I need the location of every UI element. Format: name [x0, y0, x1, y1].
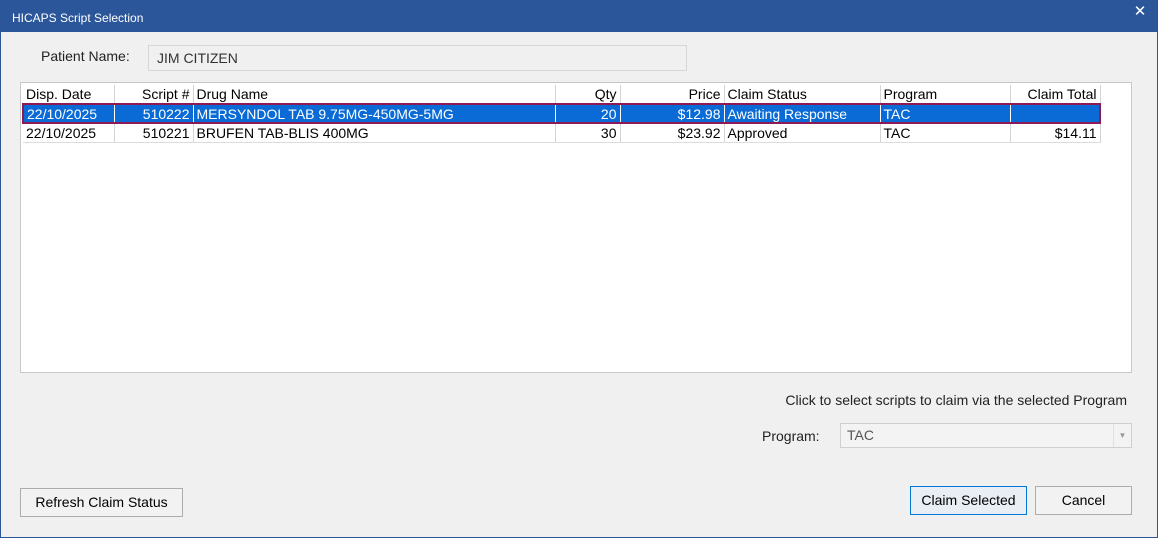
cell-qty: 20 — [555, 103, 621, 124]
program-label: Program: — [762, 428, 820, 444]
column-header-script-number[interactable]: Script # — [114, 85, 194, 105]
cell-price: $23.92 — [620, 123, 725, 143]
cell-claim-total — [1010, 103, 1101, 124]
cell-claim-status: Approved — [724, 123, 881, 143]
table-row[interactable]: 22/10/2025 510222 MERSYNDOL TAB 9.75MG-4… — [22, 103, 1101, 124]
cell-claim-total: $14.11 — [1010, 123, 1101, 143]
cell-program: TAC — [880, 123, 1011, 143]
selection-hint: Click to select scripts to claim via the… — [785, 392, 1127, 408]
column-header-disp-date[interactable]: Disp. Date — [23, 85, 115, 105]
close-icon[interactable]: ✕ — [1123, 1, 1157, 25]
cell-drug-name: BRUFEN TAB-BLIS 400MG — [193, 123, 556, 143]
column-header-claim-total[interactable]: Claim Total — [1010, 85, 1101, 105]
program-select[interactable]: TAC ▼ — [840, 423, 1132, 448]
claim-selected-button[interactable]: Claim Selected — [910, 486, 1027, 515]
scripts-table: Disp. Date Script # Drug Name Qty Price … — [22, 85, 1101, 143]
cell-disp-date: 22/10/2025 — [23, 123, 115, 143]
refresh-claim-status-button[interactable]: Refresh Claim Status — [20, 488, 183, 517]
title-bar[interactable]: HICAPS Script Selection ✕ — [1, 1, 1157, 32]
scripts-grid[interactable]: Disp. Date Script # Drug Name Qty Price … — [20, 82, 1132, 373]
chevron-down-icon[interactable]: ▼ — [1113, 424, 1131, 447]
cell-script-number: 510222 — [114, 103, 194, 124]
program-select-value: TAC — [847, 427, 874, 443]
column-header-price[interactable]: Price — [620, 85, 725, 105]
column-header-program[interactable]: Program — [880, 85, 1011, 105]
cell-program: TAC — [880, 103, 1011, 124]
grid-header-row: Disp. Date Script # Drug Name Qty Price … — [23, 85, 1101, 105]
window-title: HICAPS Script Selection — [12, 11, 144, 25]
column-header-drug-name[interactable]: Drug Name — [193, 85, 556, 105]
cell-claim-status: Awaiting Response — [724, 103, 881, 124]
cell-script-number: 510221 — [114, 123, 194, 143]
column-header-claim-status[interactable]: Claim Status — [724, 85, 881, 105]
cancel-button[interactable]: Cancel — [1035, 486, 1132, 515]
cell-drug-name: MERSYNDOL TAB 9.75MG-450MG-5MG — [193, 103, 556, 124]
table-row[interactable]: 22/10/2025 510221 BRUFEN TAB-BLIS 400MG … — [23, 123, 1101, 143]
cell-qty: 30 — [555, 123, 621, 143]
column-header-qty[interactable]: Qty — [555, 85, 621, 105]
patient-name-label: Patient Name: — [41, 48, 130, 64]
patient-name-field: JIM CITIZEN — [148, 45, 687, 71]
cell-disp-date: 22/10/2025 — [22, 103, 115, 124]
hicaps-script-selection-dialog: HICAPS Script Selection ✕ Patient Name: … — [0, 0, 1158, 538]
cell-price: $12.98 — [620, 103, 725, 124]
